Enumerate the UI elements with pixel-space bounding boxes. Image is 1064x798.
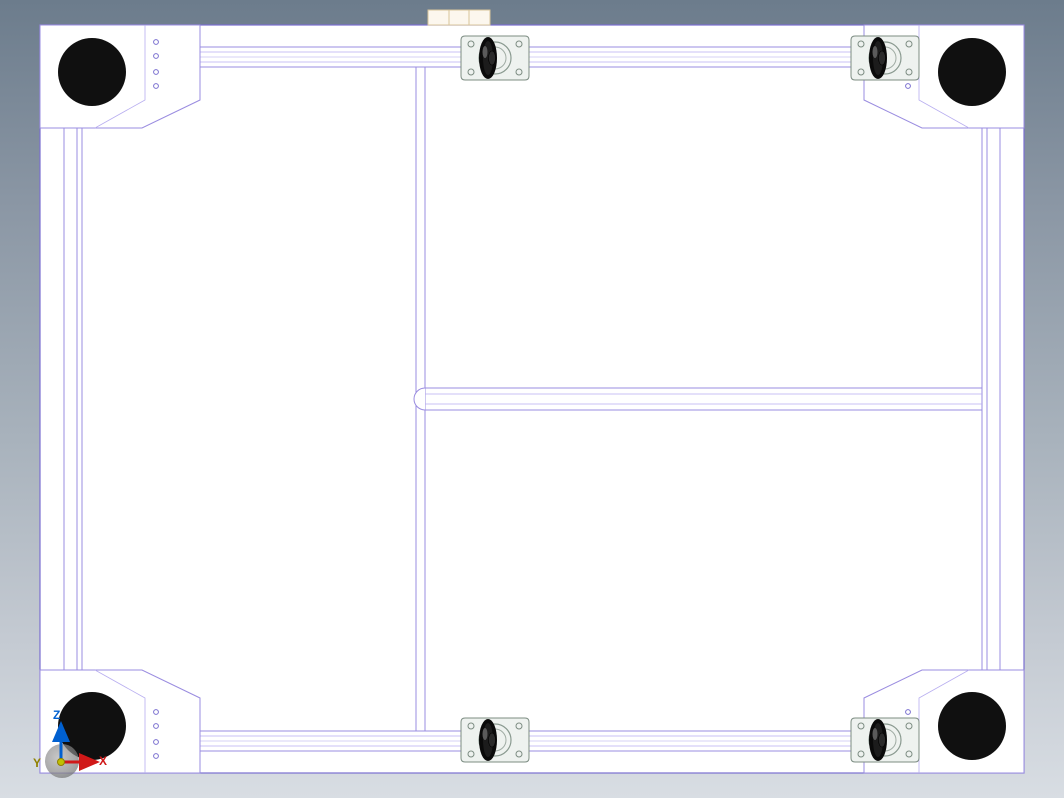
caster-bottom-left (461, 718, 529, 762)
caster-bottom-right (851, 718, 919, 762)
foot-bottom-right (938, 692, 1006, 760)
orientation-triad[interactable]: X Z Y (45, 710, 115, 780)
caster-top-right (851, 36, 919, 80)
top-rail (188, 47, 876, 67)
model-view[interactable] (0, 0, 1064, 798)
triad-y-label: Y (33, 756, 41, 770)
top-tab-bracket (428, 10, 490, 25)
caster-top-left (461, 36, 529, 80)
bottom-rail (188, 731, 876, 751)
foot-top-right (938, 38, 1006, 106)
triad-x-label: X (99, 754, 107, 768)
mid-shelf-rail (414, 388, 982, 410)
cad-viewport[interactable]: X Z Y (0, 0, 1064, 798)
foot-top-left (58, 38, 126, 106)
triad-z-label: Z (53, 708, 60, 722)
